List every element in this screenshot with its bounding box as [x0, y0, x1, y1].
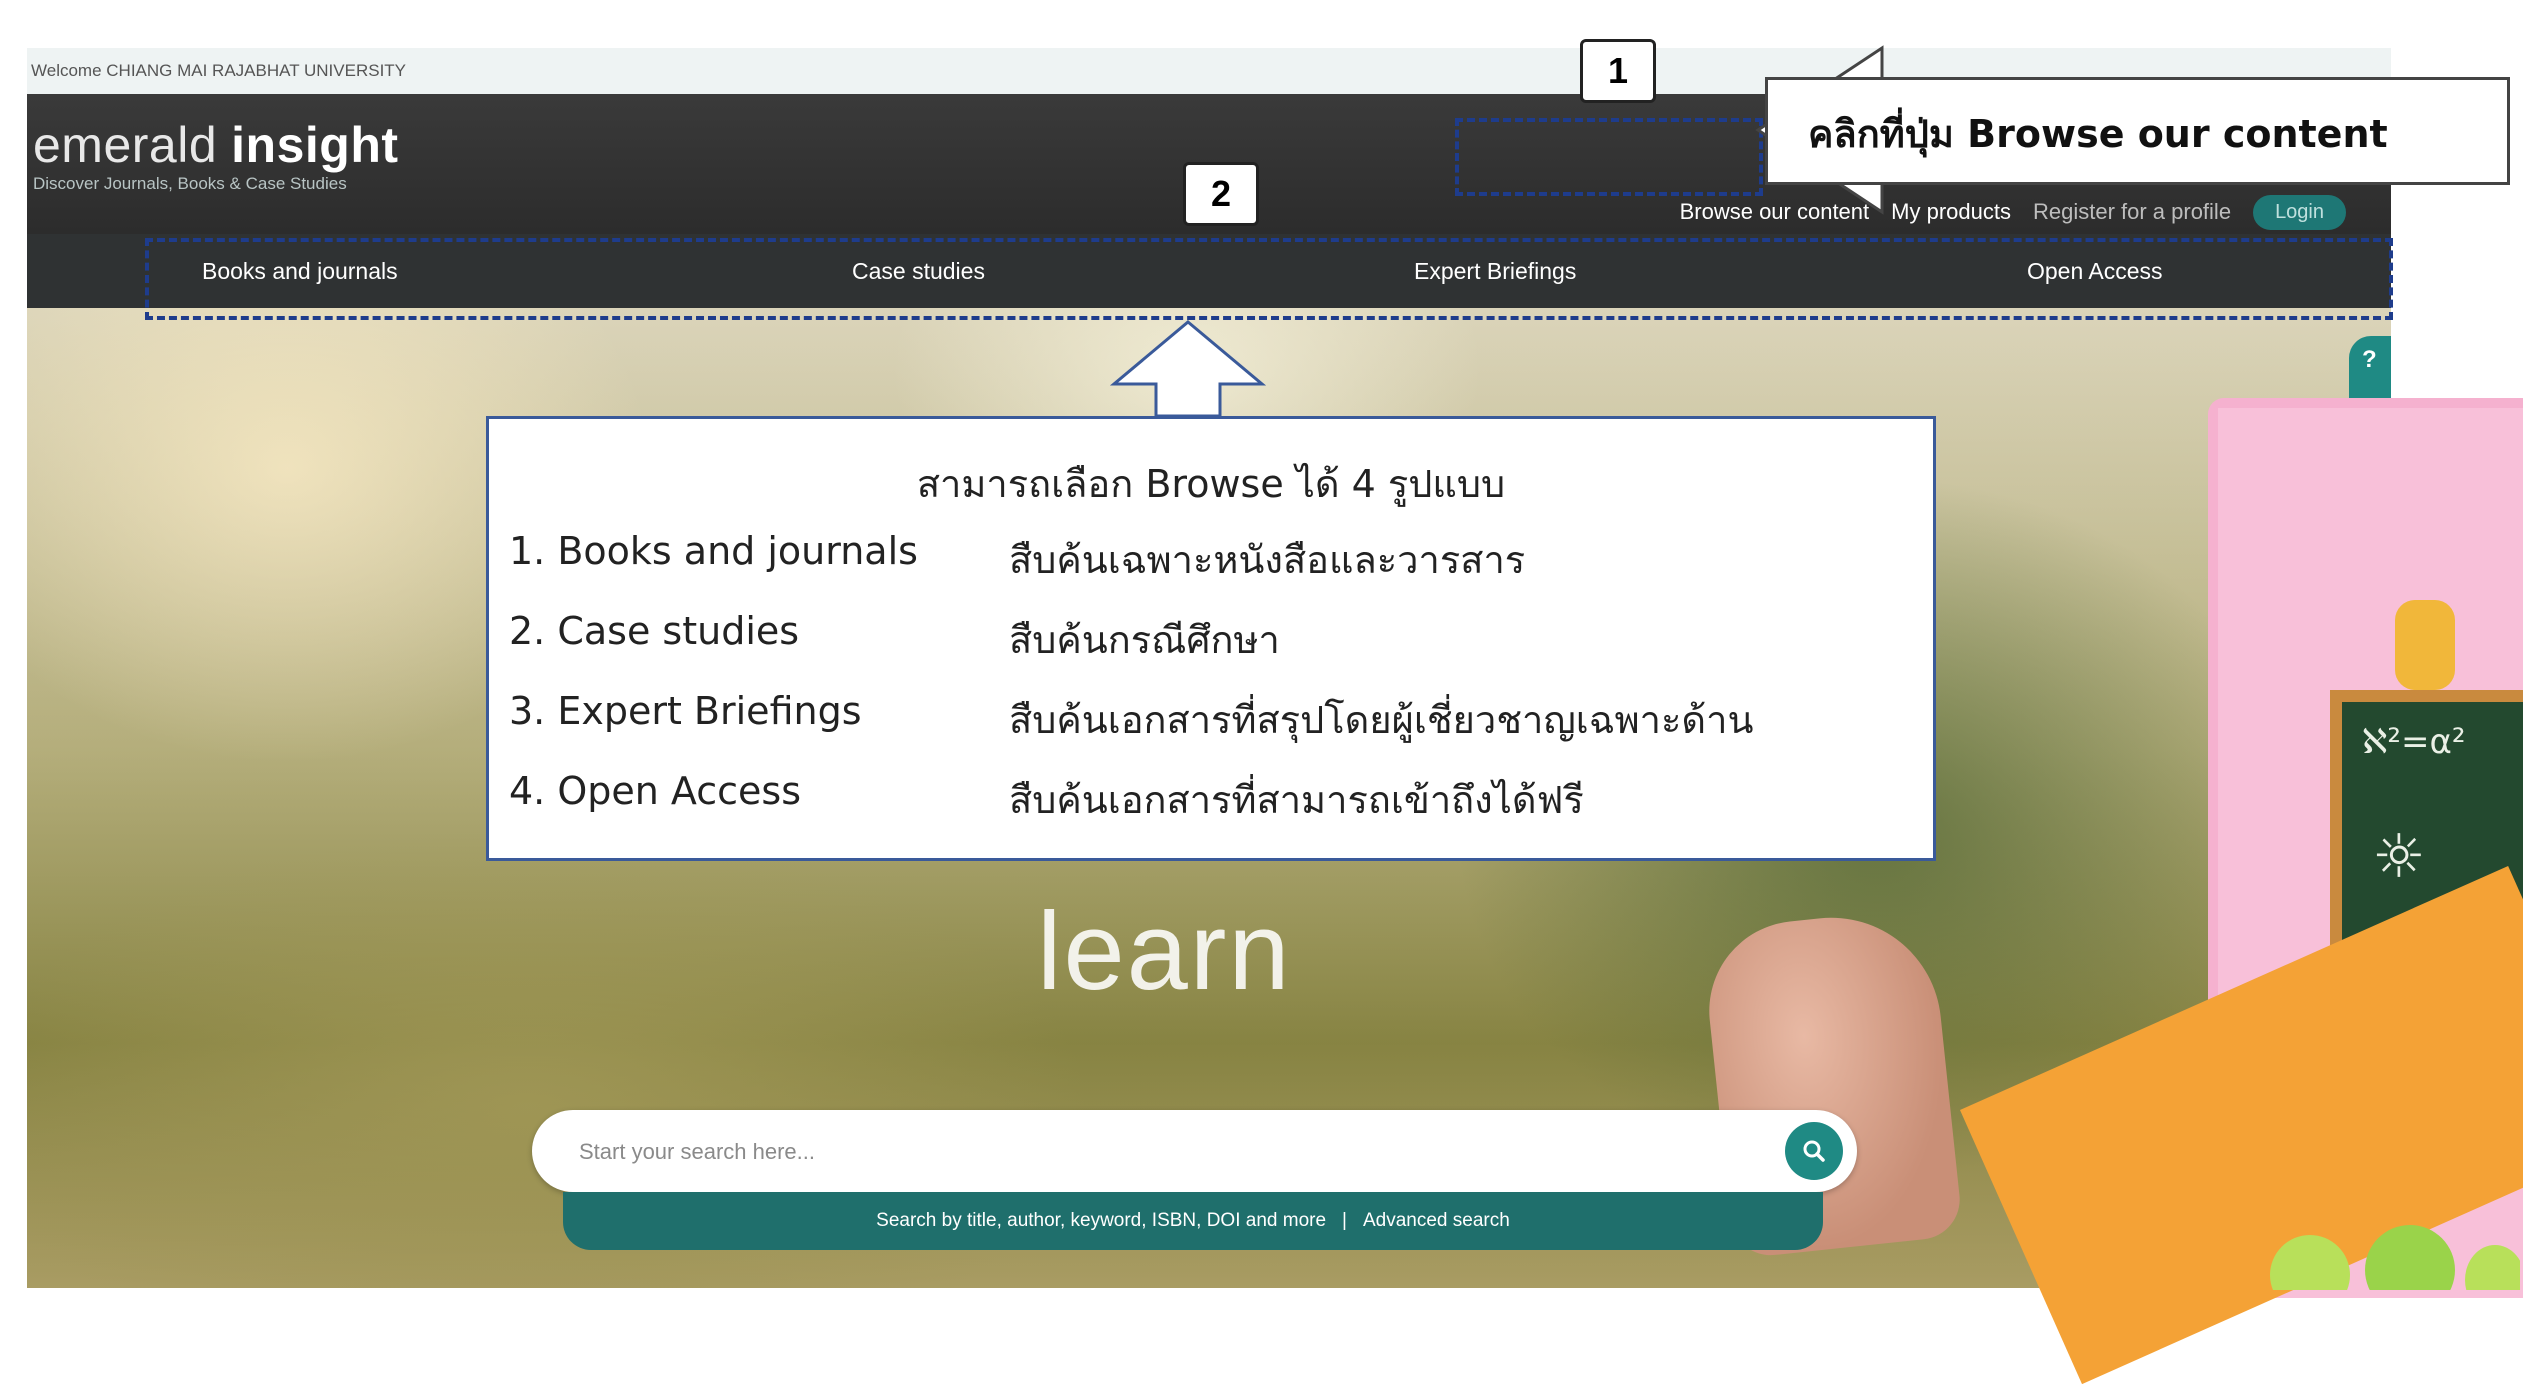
- arrow-up-icon: [1109, 320, 1267, 418]
- decorative-yellow-shape: [2395, 600, 2455, 690]
- logo-word-emerald: emerald: [33, 117, 218, 173]
- hero-word: learn: [1037, 890, 1292, 1013]
- info-title: สามารถเลือก Browse ได้ 4 รูปแบบ: [916, 462, 1506, 506]
- browse-options-infobox: สามารถเลือก Browse ได้ 4 รูปแบบ 1. Books…: [486, 416, 1936, 861]
- my-products-link[interactable]: My products: [1891, 199, 2011, 225]
- advanced-search-link[interactable]: Advanced search: [1363, 1210, 1510, 1231]
- chalk-bulb: ☼: [2372, 822, 2426, 892]
- help-icon: ?: [2362, 346, 2377, 373]
- separator: |: [1342, 1210, 1347, 1231]
- search-input[interactable]: [577, 1110, 1731, 1194]
- screenshot-frame: Welcome CHIANG MAI RAJABHAT UNIVERSITY e…: [0, 0, 2523, 1384]
- info-label-3: 3. Expert Briefings: [509, 689, 862, 733]
- info-label-2: 2. Case studies: [509, 609, 800, 653]
- search-box: [532, 1110, 1857, 1194]
- info-desc-4: สืบค้นเอกสารที่สามารถเข้าถึงได้ฟรี: [1009, 778, 1584, 822]
- search-button[interactable]: [1785, 1122, 1843, 1180]
- logo-word-insight: insight: [231, 117, 399, 173]
- chalk-formula: ℵ²=α²: [2362, 722, 2466, 762]
- search-tagline: Search by title, author, keyword, ISBN, …: [563, 1192, 1823, 1250]
- search-hint: Search by title, author, keyword, ISBN, …: [876, 1210, 1327, 1231]
- register-link[interactable]: Register for a profile: [2033, 199, 2231, 225]
- info-desc-3: สืบค้นเอกสารที่สรุปโดยผู้เชี่ยวชาญเฉพาะด…: [1009, 698, 1754, 742]
- callout-click-browse: คลิกที่ปุ่ม Browse our content: [1765, 77, 2510, 185]
- decorative-plants: [2270, 1225, 2520, 1290]
- info-desc-2: สืบค้นกรณีศึกษา: [1009, 618, 1280, 662]
- annotation-box-nav: [145, 238, 2393, 320]
- annotation-box-browse: [1455, 118, 1763, 196]
- logo-tagline: Discover Journals, Books & Case Studies: [33, 174, 347, 193]
- annotation-badge-1: 1: [1580, 39, 1656, 103]
- search-icon: [1803, 1140, 1825, 1162]
- login-button[interactable]: Login: [2253, 194, 2346, 230]
- info-desc-1: สืบค้นเฉพาะหนังสือและวารสาร: [1009, 538, 1526, 582]
- annotation-badge-2: 2: [1183, 162, 1259, 226]
- info-label-1: 1. Books and journals: [509, 529, 918, 573]
- logo[interactable]: emerald insight Discover Journals, Books …: [33, 116, 399, 194]
- info-label-4: 4. Open Access: [509, 769, 801, 813]
